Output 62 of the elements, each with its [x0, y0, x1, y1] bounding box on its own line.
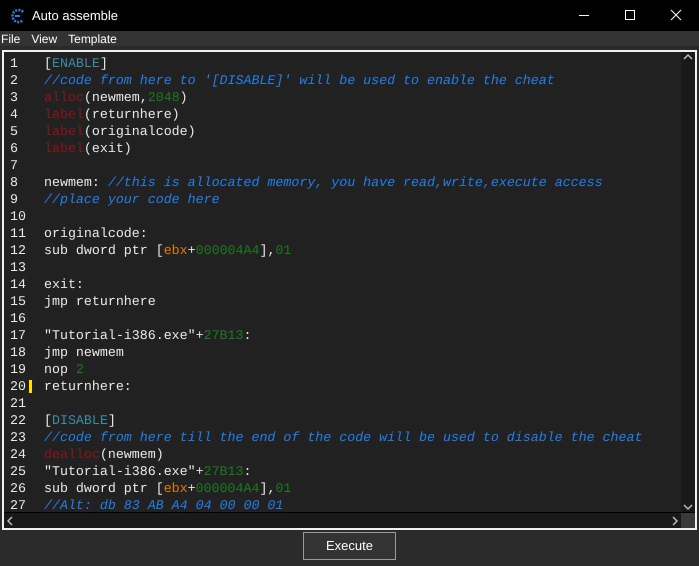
code-line: [DISABLE] — [43, 412, 116, 429]
code-line: newmem: //this is allocated memory, you have read,write,execute access — [43, 174, 603, 191]
code-line: originalcode: — [43, 225, 148, 242]
line-number: 4 — [10, 106, 18, 123]
line-number: 21 — [10, 395, 26, 412]
code-line: returnhere: — [43, 378, 132, 395]
line-number: 17 — [10, 327, 26, 344]
line-number: 22 — [10, 412, 26, 429]
app-logo-icon — [10, 8, 26, 24]
line-number: 24 — [10, 446, 26, 463]
code-line: nop 2 — [43, 361, 84, 378]
line-number: 2 — [10, 72, 18, 89]
menu-item[interactable]: File — [1, 30, 20, 48]
horizontal-scrollbar[interactable] — [4, 513, 681, 528]
code-line: label(returnhere) — [43, 106, 180, 123]
code-line: sub dword ptr [ebx+000004A4],01 — [43, 480, 292, 497]
code-line: [ENABLE] — [43, 55, 108, 72]
line-number: 1 — [10, 55, 18, 72]
menu-item[interactable]: Template — [68, 30, 117, 48]
vertical-scrollbar[interactable] — [681, 52, 695, 512]
line-number: 18 — [10, 344, 26, 361]
line-number: 13 — [10, 259, 26, 276]
line-number: 6 — [10, 140, 18, 157]
scrollbar-corner — [681, 513, 695, 528]
code-line: "Tutorial-i386.exe"+27B13: — [43, 327, 252, 344]
line-number: 27 — [10, 497, 26, 514]
code-line: sub dword ptr [ebx+000004A4],01 — [43, 242, 292, 259]
line-number: 11 — [10, 225, 26, 242]
line-number: 26 — [10, 480, 26, 497]
code-line: exit: — [43, 276, 84, 293]
scroll-up-icon[interactable] — [683, 53, 693, 61]
line-number: 16 — [10, 310, 26, 327]
line-number: 8 — [10, 174, 18, 191]
line-number: 5 — [10, 123, 18, 140]
scroll-left-icon[interactable] — [6, 516, 14, 526]
line-number: 15 — [10, 293, 26, 310]
code-line: dealloc(newmem) — [43, 446, 164, 463]
execute-button[interactable]: Execute — [303, 532, 396, 560]
code-line: jmp newmem — [43, 344, 124, 361]
line-number: 12 — [10, 242, 26, 259]
menu-item[interactable]: View — [31, 30, 58, 48]
code-line: label(exit) — [43, 140, 132, 157]
code-line: alloc(newmem,2048) — [43, 89, 188, 106]
code-line: "Tutorial-i386.exe"+27B13: — [43, 463, 252, 480]
line-number: 7 — [10, 157, 18, 174]
line-number: 23 — [10, 429, 26, 446]
code-line: //code from here till the end of the code will be used to disable the cheat — [43, 429, 642, 446]
code-line: //code from here to '[DISABLE]' will be used to enable the cheat — [43, 72, 555, 89]
code-line: //place your code here — [43, 191, 220, 208]
line-number: 14 — [10, 276, 26, 293]
code-line: jmp returnhere — [43, 293, 156, 310]
scroll-down-icon[interactable] — [683, 503, 693, 511]
line-number: 10 — [10, 208, 26, 225]
scroll-right-icon[interactable] — [671, 516, 679, 526]
code-line: label(originalcode) — [43, 123, 196, 140]
window-title: Auto assemble — [32, 6, 118, 25]
line-number: 19 — [10, 361, 26, 378]
line-number: 9 — [10, 191, 18, 208]
code-line: //Alt: db 83 AB A4 04 00 00 01 — [43, 497, 284, 514]
line-number: 20 — [10, 378, 26, 395]
line-number: 25 — [10, 463, 26, 480]
line-number: 3 — [10, 89, 18, 106]
